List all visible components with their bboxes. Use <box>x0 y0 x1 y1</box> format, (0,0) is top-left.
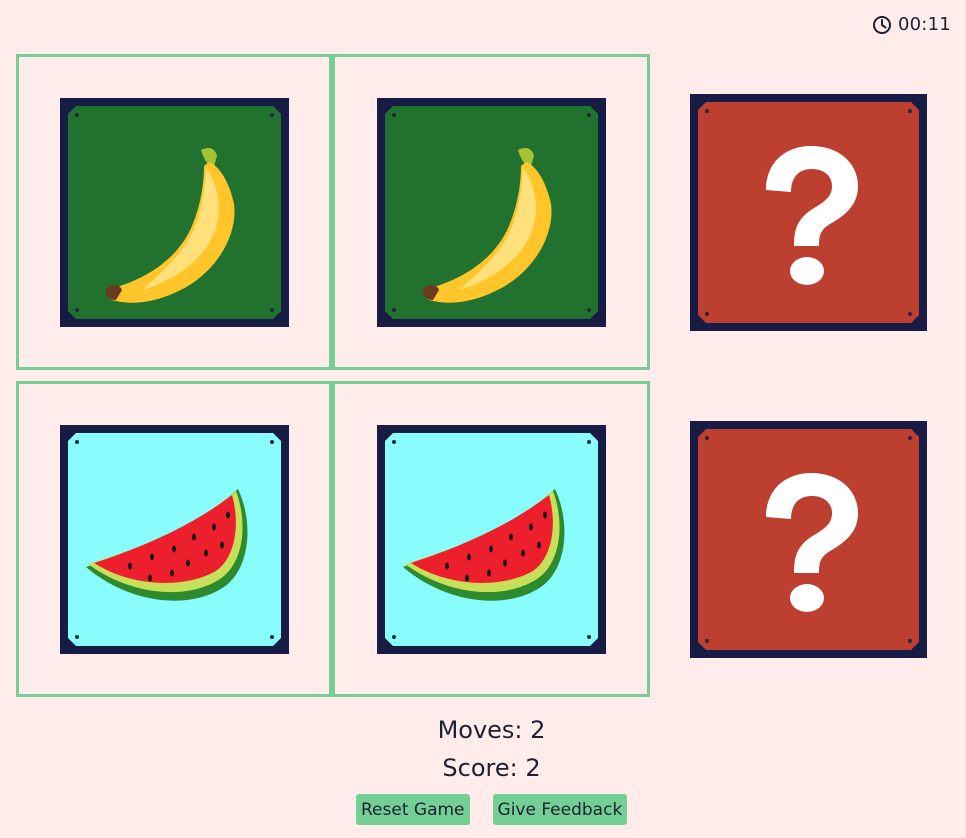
card-3-hidden[interactable] <box>690 94 927 331</box>
card-6-hidden[interactable] <box>690 421 927 658</box>
timer-value: 00:11 <box>898 14 951 35</box>
give-feedback-button[interactable]: Give Feedback <box>492 794 628 825</box>
watermelon-icon <box>385 433 598 646</box>
watermelon-icon <box>68 433 281 646</box>
banana-icon <box>385 106 598 319</box>
card-1-banana[interactable] <box>60 98 289 327</box>
card-5-watermelon[interactable] <box>377 425 606 654</box>
question-mark-icon <box>698 102 919 323</box>
score-counter: Score: 2 <box>442 754 541 782</box>
card-2-banana[interactable] <box>377 98 606 327</box>
moves-counter: Moves: 2 <box>437 716 546 744</box>
timer: 00:11 <box>872 14 951 35</box>
reset-game-button[interactable]: Reset Game <box>356 794 470 825</box>
action-buttons: Reset Game Give Feedback <box>356 794 628 825</box>
card-4-watermelon[interactable] <box>60 425 289 654</box>
banana-icon <box>68 106 281 319</box>
question-mark-icon <box>698 429 919 650</box>
clock-icon <box>873 15 891 34</box>
